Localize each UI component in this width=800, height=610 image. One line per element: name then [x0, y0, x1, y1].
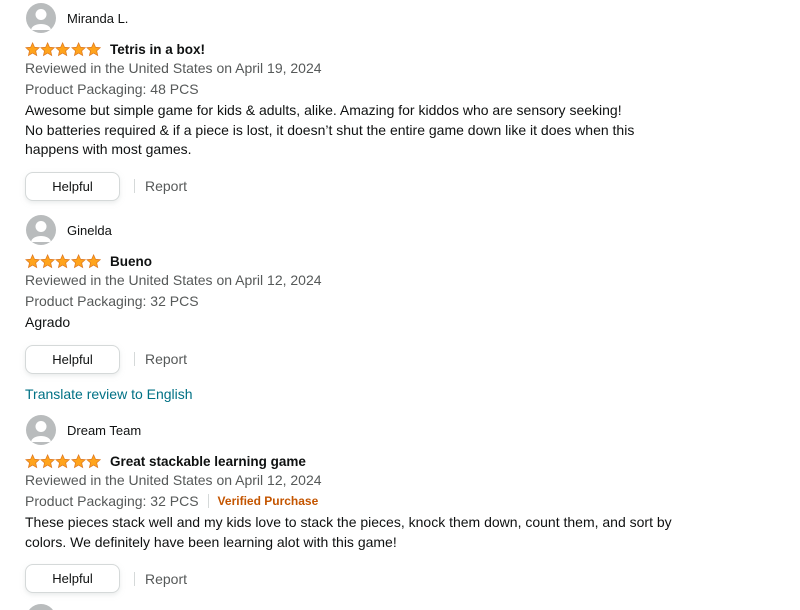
- star-icon: [70, 253, 86, 268]
- star-rating[interactable]: [25, 41, 101, 57]
- avatar-icon: [26, 415, 56, 445]
- review-date: Reviewed in the United States on April 1…: [25, 60, 322, 76]
- avatar-icon: [26, 215, 56, 245]
- product-packaging: Product Packaging: 48 PCS: [25, 80, 199, 97]
- star-icon: [55, 41, 71, 56]
- reviewer-profile[interactable]: Ginelda: [25, 215, 685, 245]
- star-icon: [85, 453, 101, 468]
- star-icon: [40, 253, 56, 268]
- review-body-line: No batteries required & if a piece is lo…: [25, 121, 635, 138]
- review-title[interactable]: Tetris in a box!: [110, 42, 205, 57]
- meta-divider: [207, 494, 209, 509]
- review-date: Reviewed in the United States on April 1…: [25, 272, 322, 288]
- review-body-line: These pieces stack well and my kids love…: [25, 514, 672, 530]
- star-icon: [85, 253, 101, 268]
- review-item: Dream Team Great stackable learning game…: [25, 415, 685, 593]
- star-icon: [70, 41, 86, 56]
- star-icon: [55, 253, 71, 268]
- star-rating[interactable]: [25, 453, 101, 469]
- product-packaging: Product Packaging: 32 PCS: [25, 492, 199, 509]
- review-body-line: Awesome but simple game for kids & adult…: [25, 102, 622, 118]
- star-rating[interactable]: [25, 253, 101, 269]
- verified-purchase-badge: Verified Purchase: [217, 493, 319, 508]
- star-icon: [85, 41, 101, 56]
- reviewer-name: Miranda L.: [67, 10, 129, 26]
- helpful-button[interactable]: Helpful: [25, 564, 120, 593]
- review-title[interactable]: Great stackable learning game: [110, 454, 306, 469]
- report-link[interactable]: Report: [145, 178, 187, 194]
- review-date: Reviewed in the United States on April 1…: [25, 472, 322, 488]
- action-divider: [134, 179, 135, 193]
- star-icon: [40, 41, 56, 56]
- action-divider: [134, 352, 135, 366]
- review-body-line: colors. We definitely have been learning…: [25, 533, 397, 550]
- review-item: Ginelda Bueno Reviewed in the United Sta…: [25, 215, 685, 402]
- reviewer-name: Dream Team: [67, 422, 142, 438]
- star-icon: [40, 453, 56, 468]
- reviewer-name: Ginelda: [67, 222, 112, 238]
- review-title[interactable]: Bueno: [110, 254, 152, 269]
- report-link[interactable]: Report: [145, 351, 187, 367]
- reviewer-profile[interactable]: Dream Team: [25, 415, 685, 445]
- star-icon: [70, 453, 86, 468]
- translate-review-link[interactable]: Translate review to English: [25, 386, 685, 402]
- star-icon: [25, 253, 41, 268]
- helpful-button[interactable]: Helpful: [25, 344, 120, 374]
- review-body: These pieces stack well and my kids love…: [25, 513, 685, 552]
- review-body-line: Agrado: [25, 314, 71, 330]
- report-link[interactable]: Report: [145, 571, 187, 587]
- reviews-page: Miranda L. Tetris in a box! Reviewed in …: [0, 0, 800, 610]
- avatar-icon: [26, 3, 56, 33]
- star-icon: [25, 453, 41, 468]
- avatar-icon: [26, 604, 56, 610]
- review-item: Miranda L. Tetris in a box! Reviewed in …: [25, 3, 685, 201]
- product-packaging: Product Packaging: 32 PCS: [25, 292, 199, 309]
- star-icon: [25, 41, 41, 56]
- review-body: Awesome but simple game for kids & adult…: [25, 101, 685, 160]
- reviewer-profile[interactable]: Miranda L.: [25, 3, 685, 33]
- star-icon: [55, 453, 71, 468]
- action-divider: [134, 571, 135, 586]
- helpful-button[interactable]: Helpful: [25, 171, 120, 201]
- review-body: Agrado: [25, 313, 685, 333]
- review-body-line: happens with most games.: [25, 141, 192, 157]
